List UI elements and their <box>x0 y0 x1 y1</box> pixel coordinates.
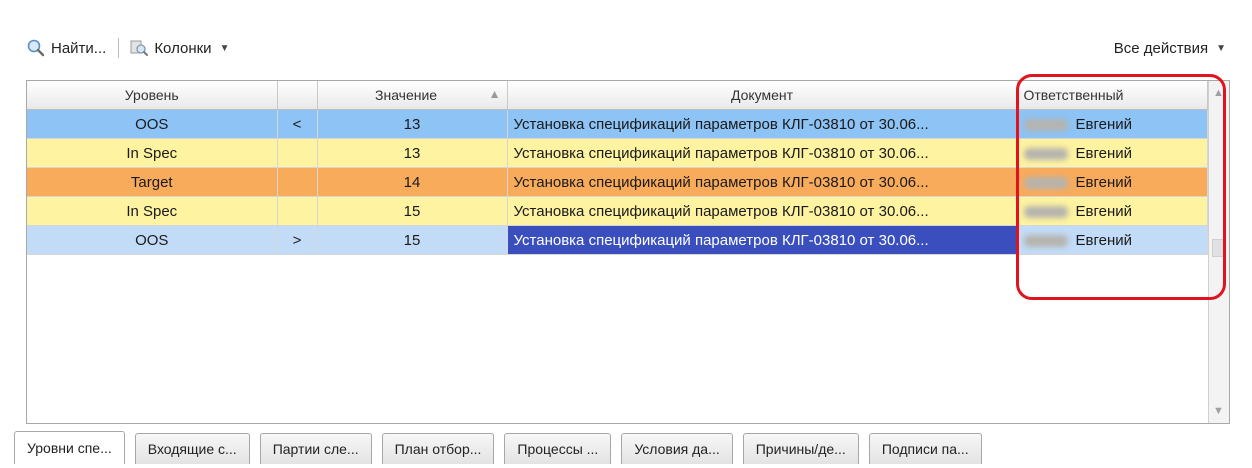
table-row[interactable]: In Spec 15 Установка спецификаций параметр… <box>27 196 1208 226</box>
value-cell: 15 <box>317 225 508 255</box>
search-icon <box>27 39 45 57</box>
responsible-name: Евгений <box>1075 231 1133 249</box>
blurred-surname <box>1023 118 1068 131</box>
document-cell: Установка спецификаций параметров КЛГ-03… <box>507 138 1018 168</box>
column-header-direction[interactable] <box>277 81 318 110</box>
direction-cell <box>277 138 318 168</box>
tab-3[interactable]: Партии сле... <box>259 433 372 464</box>
column-header-value[interactable]: Значение ▲ <box>317 81 508 110</box>
scroll-up-icon[interactable]: ▲ <box>1213 87 1224 99</box>
tab-bar: Уровни спе... Входящие с... Партии сле... П… <box>14 430 1246 464</box>
columns-button[interactable]: Колонки ▼ <box>129 38 229 58</box>
responsible-name: Евгений <box>1075 115 1133 133</box>
responsible-cell: Евгений <box>1017 109 1208 139</box>
direction-cell <box>277 167 318 197</box>
find-label: Найти... <box>51 39 107 57</box>
document-cell: Установка спецификаций параметров КЛГ-03… <box>507 109 1018 139</box>
table-header: Уровень Значение ▲ Документ Ответственны… <box>27 81 1208 110</box>
table-row[interactable]: OOS <13 Установка спецификаций параметров … <box>27 109 1208 139</box>
value-cell: 13 <box>317 138 508 168</box>
blurred-surname <box>1023 147 1068 160</box>
all-actions-button[interactable]: Все действия ▼ <box>1114 40 1226 57</box>
columns-label: Колонки <box>154 39 212 57</box>
find-button[interactable]: Найти... <box>26 38 106 58</box>
tab-8[interactable]: Подписи па... <box>868 433 982 464</box>
level-cell: OOS <box>27 109 278 139</box>
table-row[interactable]: In Spec 13 Установка спецификаций параметр… <box>27 138 1208 168</box>
value-cell: 14 <box>317 167 508 197</box>
direction-cell <box>277 196 318 226</box>
columns-dropdown-icon: ▼ <box>219 42 230 54</box>
level-cell: In Spec <box>27 138 278 168</box>
tab-2[interactable]: Входящие с... <box>134 433 250 464</box>
responsible-cell: Евгений <box>1017 167 1208 197</box>
scroll-down-icon[interactable]: ▼ <box>1213 405 1224 417</box>
document-cell: Установка спецификаций параметров КЛГ-03… <box>507 225 1018 255</box>
responsible-name: Евгений <box>1075 173 1133 191</box>
sort-ascending-icon: ▲ <box>488 87 501 101</box>
column-header-value-label: Значение <box>375 87 438 103</box>
table-row[interactable]: OOS >15 Установка спецификаций параметров … <box>27 225 1208 255</box>
value-cell: 13 <box>317 109 508 139</box>
tab-4[interactable]: План отбор... <box>381 433 495 464</box>
blurred-surname <box>1023 176 1068 189</box>
columns-search-icon <box>130 40 149 56</box>
tab-6[interactable]: Условия да... <box>621 433 733 464</box>
all-actions-label: Все действия <box>1113 39 1209 57</box>
column-header-document[interactable]: Документ <box>507 81 1018 110</box>
direction-cell: > <box>277 225 318 255</box>
scrollbar-thumb[interactable] <box>1212 239 1226 257</box>
level-cell: Target <box>27 167 278 197</box>
direction-cell: < <box>277 109 318 139</box>
value-cell: 15 <box>317 196 508 226</box>
column-header-responsible[interactable]: Ответственный <box>1017 81 1208 110</box>
blurred-surname <box>1023 205 1068 218</box>
responsible-cell: Евгений <box>1017 225 1208 255</box>
document-cell: Установка спецификаций параметров КЛГ-03… <box>507 167 1018 197</box>
responsible-cell: Евгений <box>1017 196 1208 226</box>
blurred-surname <box>1023 234 1068 247</box>
level-cell: OOS <box>27 225 278 255</box>
vertical-scrollbar[interactable]: ▲ ▼ <box>1208 81 1229 423</box>
responsible-name: Евгений <box>1075 202 1133 220</box>
column-header-level[interactable]: Уровень <box>27 81 278 110</box>
toolbar-separator <box>118 38 120 58</box>
levels-table: Уровень Значение ▲ Документ Ответственны… <box>27 81 1208 255</box>
document-cell: Установка спецификаций параметров КЛГ-03… <box>507 196 1018 226</box>
data-grid: Уровень Значение ▲ Документ Ответственны… <box>26 80 1230 424</box>
tab-1[interactable]: Уровни спе... <box>14 431 125 464</box>
tab-7[interactable]: Причины/де... <box>742 433 859 464</box>
table-row[interactable]: Target 14 Установка спецификаций параметро… <box>27 167 1208 197</box>
toolbar: Найти... Колонки ▼ Все действия ▼ <box>26 30 1226 66</box>
level-cell: In Spec <box>27 196 278 226</box>
all-actions-dropdown-icon: ▼ <box>1216 42 1226 54</box>
responsible-name: Евгений <box>1075 144 1133 162</box>
responsible-cell: Евгений <box>1017 138 1208 168</box>
tab-5[interactable]: Процессы ... <box>504 433 612 464</box>
